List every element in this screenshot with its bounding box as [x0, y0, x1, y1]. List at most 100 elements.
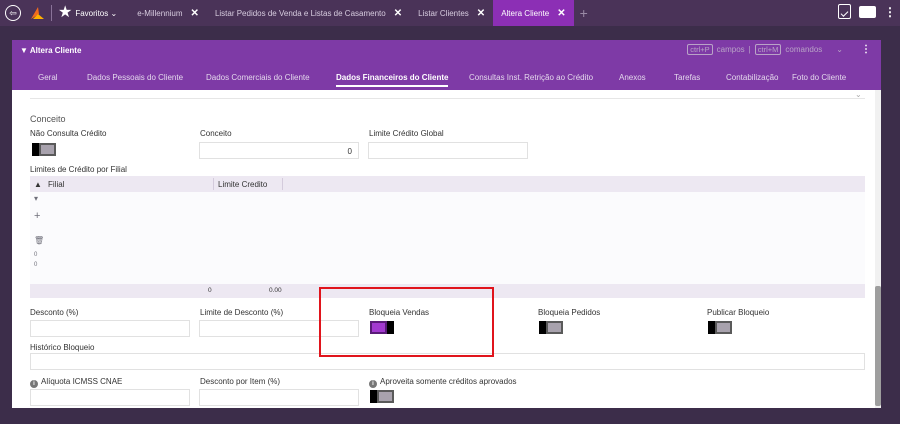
campos-link[interactable]: campos	[717, 45, 745, 54]
divider	[30, 98, 865, 99]
publicar-bloqueio-toggle[interactable]	[708, 321, 732, 334]
toggle-knob	[32, 143, 39, 156]
tab-anexos[interactable]: Anexos	[619, 73, 646, 82]
star-icon[interactable]: ★	[58, 5, 72, 21]
bottom-bar	[0, 416, 900, 424]
close-icon[interactable]: ✕	[394, 8, 402, 19]
column-limite-credito[interactable]: Limite Credito	[218, 180, 267, 189]
toggle-track	[546, 321, 563, 334]
window-header: ▼ Altera Cliente ctrl+P campos | ctrl+M …	[12, 40, 881, 90]
favorites-menu[interactable]: Favoritos ⌄	[75, 9, 117, 18]
more-menu-icon[interactable]: ⋮	[884, 5, 896, 19]
tab-dados-comerciais[interactable]: Dados Comerciais do Cliente	[206, 73, 310, 82]
sort-ascending-icon[interactable]: ▲	[34, 180, 42, 189]
footer-count: 0	[208, 287, 212, 294]
tab-contabilizacao[interactable]: Contabilização	[726, 73, 778, 82]
info-icon: i	[369, 380, 377, 388]
tab-dados-pessoais[interactable]: Dados Pessoais do Cliente	[87, 73, 183, 82]
nao-consulta-toggle[interactable]	[32, 143, 56, 156]
footer-total: 0.00	[269, 287, 282, 294]
new-tab-plus-icon[interactable]: +	[580, 5, 588, 21]
limites-filial-grid: ▲ Filial Limite Credito ▾ + 🗑 0 0 0 0.00	[30, 176, 865, 298]
tab-listar-pedidos[interactable]: Listar Pedidos de Venda e Listas de Casa…	[207, 0, 410, 26]
chevron-down-icon[interactable]: ▾	[34, 194, 38, 203]
tab-label: Altera Cliente	[501, 8, 550, 18]
info-icon: i	[30, 380, 38, 388]
historico-label: Histórico Bloqueio	[30, 343, 95, 352]
column-divider[interactable]	[282, 178, 283, 190]
tab-dados-financeiros[interactable]: Dados Financeiros do Cliente	[336, 73, 449, 87]
tab-tarefas[interactable]: Tarefas	[674, 73, 700, 82]
desconto-item-input[interactable]	[199, 389, 359, 406]
scrollbar-thumb[interactable]	[875, 286, 881, 406]
toggle-track	[715, 321, 732, 334]
desconto-input[interactable]	[30, 320, 190, 337]
bloqueia-pedidos-label: Bloqueia Pedidos	[538, 308, 601, 317]
toggle-track	[377, 390, 394, 403]
window-tools: ctrl+P campos | ctrl+M comandos ⌄ ⋮	[687, 44, 871, 55]
chat-icon[interactable]	[859, 5, 876, 18]
close-icon[interactable]: ✕	[557, 8, 565, 19]
aliquota-text: Alíquota ICMSS CNAE	[41, 377, 123, 386]
nao-consulta-label: Não Consulta Crédito	[30, 129, 107, 138]
tab-geral[interactable]: Geral	[38, 73, 58, 82]
tab-listar-clientes[interactable]: Listar Clientes ✕	[410, 0, 493, 26]
tab-altera-cliente[interactable]: Altera Cliente ✕	[493, 0, 574, 26]
tab-label: e-Millennium	[137, 8, 183, 18]
scrollbar[interactable]	[875, 90, 881, 408]
close-icon[interactable]: ✕	[477, 8, 485, 19]
aliquota-input[interactable]	[30, 389, 190, 406]
top-right-tools: ⋮	[838, 4, 896, 19]
back-icon[interactable]: ⇦	[5, 5, 21, 21]
section-title: Conceito	[30, 114, 66, 124]
tab-label: Listar Pedidos de Venda e Listas de Casa…	[214, 8, 386, 18]
window-title[interactable]: ▼ Altera Cliente	[20, 46, 81, 55]
chevron-down-icon: ⌄	[855, 90, 862, 99]
divider	[51, 5, 52, 21]
tab-e-millennium[interactable]: e-Millennium ✕	[129, 0, 207, 26]
publicar-bloqueio-label: Publicar Bloqueio	[707, 308, 770, 317]
subtab-bar: Geral Dados Pessoais do Cliente Dados Co…	[12, 70, 881, 90]
desconto-item-label: Desconto por Item (%)	[200, 377, 281, 386]
shortcut-comandos: ctrl+M	[754, 44, 782, 55]
comandos-link[interactable]: comandos	[785, 45, 822, 54]
tools-separator: |	[748, 45, 751, 54]
favorites-label: Favoritos	[75, 8, 109, 18]
row-counter-top: 0	[34, 252, 38, 258]
tab-foto-cliente[interactable]: Foto do Cliente	[792, 73, 846, 82]
shortcut-campos: ctrl+P	[687, 44, 713, 55]
highlight-box	[319, 287, 494, 357]
tab-consultas-inst[interactable]: Consultas Inst. Retrição ao Crédito	[469, 73, 593, 82]
bloqueia-pedidos-toggle[interactable]	[539, 321, 563, 334]
limite-global-input[interactable]	[368, 142, 528, 159]
limite-global-label: Limite Crédito Global	[369, 129, 444, 138]
window-menu-icon[interactable]: ⋮	[861, 44, 871, 55]
tab-label: Listar Clientes	[418, 8, 469, 18]
back-symbol: ⇦	[9, 7, 17, 18]
top-bar: ⇦ ★ Favoritos ⌄ e-Millennium ✕ Listar Pe…	[0, 0, 900, 26]
column-filial[interactable]: Filial	[48, 180, 64, 189]
aproveita-label: i Aproveita somente créditos aprovados	[369, 377, 517, 388]
conceito-input[interactable]: 0	[199, 142, 359, 159]
limite-desconto-label: Limite de Desconto (%)	[200, 308, 284, 317]
app-logo-icon[interactable]	[29, 5, 45, 21]
close-icon[interactable]: ✕	[191, 8, 199, 19]
conceito-value: 0	[347, 147, 352, 156]
limites-filial-label: Limites de Crédito por Filial	[30, 165, 127, 174]
grid-header: ▲ Filial Limite Credito	[30, 176, 865, 192]
grid-body: ▾ + 🗑 0 0	[30, 192, 865, 284]
add-row-icon[interactable]: +	[34, 210, 40, 222]
window-title-text: Altera Cliente	[29, 46, 82, 55]
conceito-label: Conceito	[200, 129, 232, 138]
row-counter-bottom: 0	[34, 262, 38, 268]
column-divider[interactable]	[213, 178, 214, 190]
aproveita-toggle[interactable]	[370, 390, 394, 403]
clipboard-check-icon[interactable]	[838, 4, 851, 19]
trash-icon[interactable]: 🗑	[34, 236, 44, 245]
chevron-down-icon[interactable]: ⌄	[836, 45, 843, 54]
toggle-knob	[708, 321, 715, 334]
desconto-label: Desconto (%)	[30, 308, 79, 317]
toggle-knob	[370, 390, 377, 403]
toggle-track	[39, 143, 56, 156]
toggle-knob	[539, 321, 546, 334]
